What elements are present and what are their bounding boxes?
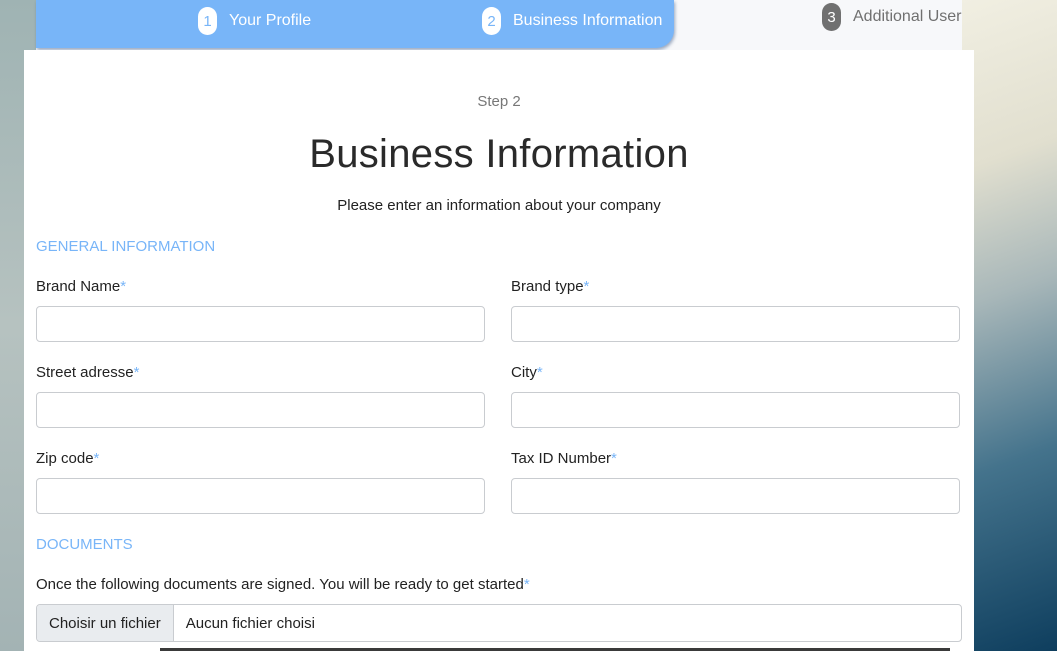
brand-type-input[interactable]	[511, 306, 960, 342]
step-your-profile[interactable]: 1 Your Profile	[198, 4, 311, 38]
required-mark: *	[611, 450, 617, 467]
choose-file-button[interactable]: Choisir un fichier	[37, 605, 174, 641]
section-documents: DOCUMENTS	[36, 536, 133, 553]
tax-id-input[interactable]	[511, 478, 960, 514]
city-label: City*	[511, 364, 543, 381]
documents-instruction: Once the following documents are signed.…	[36, 576, 530, 593]
document-file-input[interactable]: Choisir un fichier Aucun fichier choisi	[36, 604, 962, 642]
required-mark: *	[536, 364, 543, 381]
required-mark: *	[120, 278, 127, 295]
required-mark: *	[93, 450, 100, 467]
step-label-your-profile: Your Profile	[229, 12, 312, 29]
required-mark: *	[133, 364, 140, 381]
street-address-label: Street adresse*	[36, 364, 140, 381]
step-label-additional-user: Additional User	[853, 8, 962, 25]
street-address-input[interactable]	[36, 392, 485, 428]
city-input[interactable]	[511, 392, 960, 428]
required-mark: *	[583, 278, 590, 295]
brand-name-label: Brand Name*	[36, 278, 127, 295]
zip-code-input[interactable]	[36, 478, 485, 514]
step-number-3: 3	[822, 3, 841, 31]
form-card: Step 2 Business Information Please enter…	[24, 50, 974, 651]
page-subtitle: Please enter an information about your c…	[337, 197, 661, 214]
step-caption: Step 2	[477, 93, 521, 110]
brand-type-label: Brand type*	[511, 278, 590, 295]
wizard-stepper: 1 Your Profile 2 Business Information 3 …	[36, 0, 962, 50]
step-number-2: 2	[482, 7, 501, 35]
file-status: Aucun fichier choisi	[185, 614, 315, 632]
required-mark: *	[523, 576, 530, 593]
step-additional-user[interactable]: 3 Additional User	[822, 0, 962, 34]
brand-name-input[interactable]	[36, 306, 485, 342]
page-title: Business Information	[309, 132, 689, 176]
step-business-information[interactable]: 2 Business Information	[482, 4, 662, 38]
section-general-information: GENERAL INFORMATION	[36, 238, 216, 255]
step-label-business-information: Business Information	[513, 12, 663, 29]
tax-id-label: Tax ID Number*	[511, 450, 617, 467]
zip-code-label: Zip code*	[36, 450, 100, 467]
background-right	[960, 0, 1057, 651]
step-number-1: 1	[198, 7, 217, 35]
